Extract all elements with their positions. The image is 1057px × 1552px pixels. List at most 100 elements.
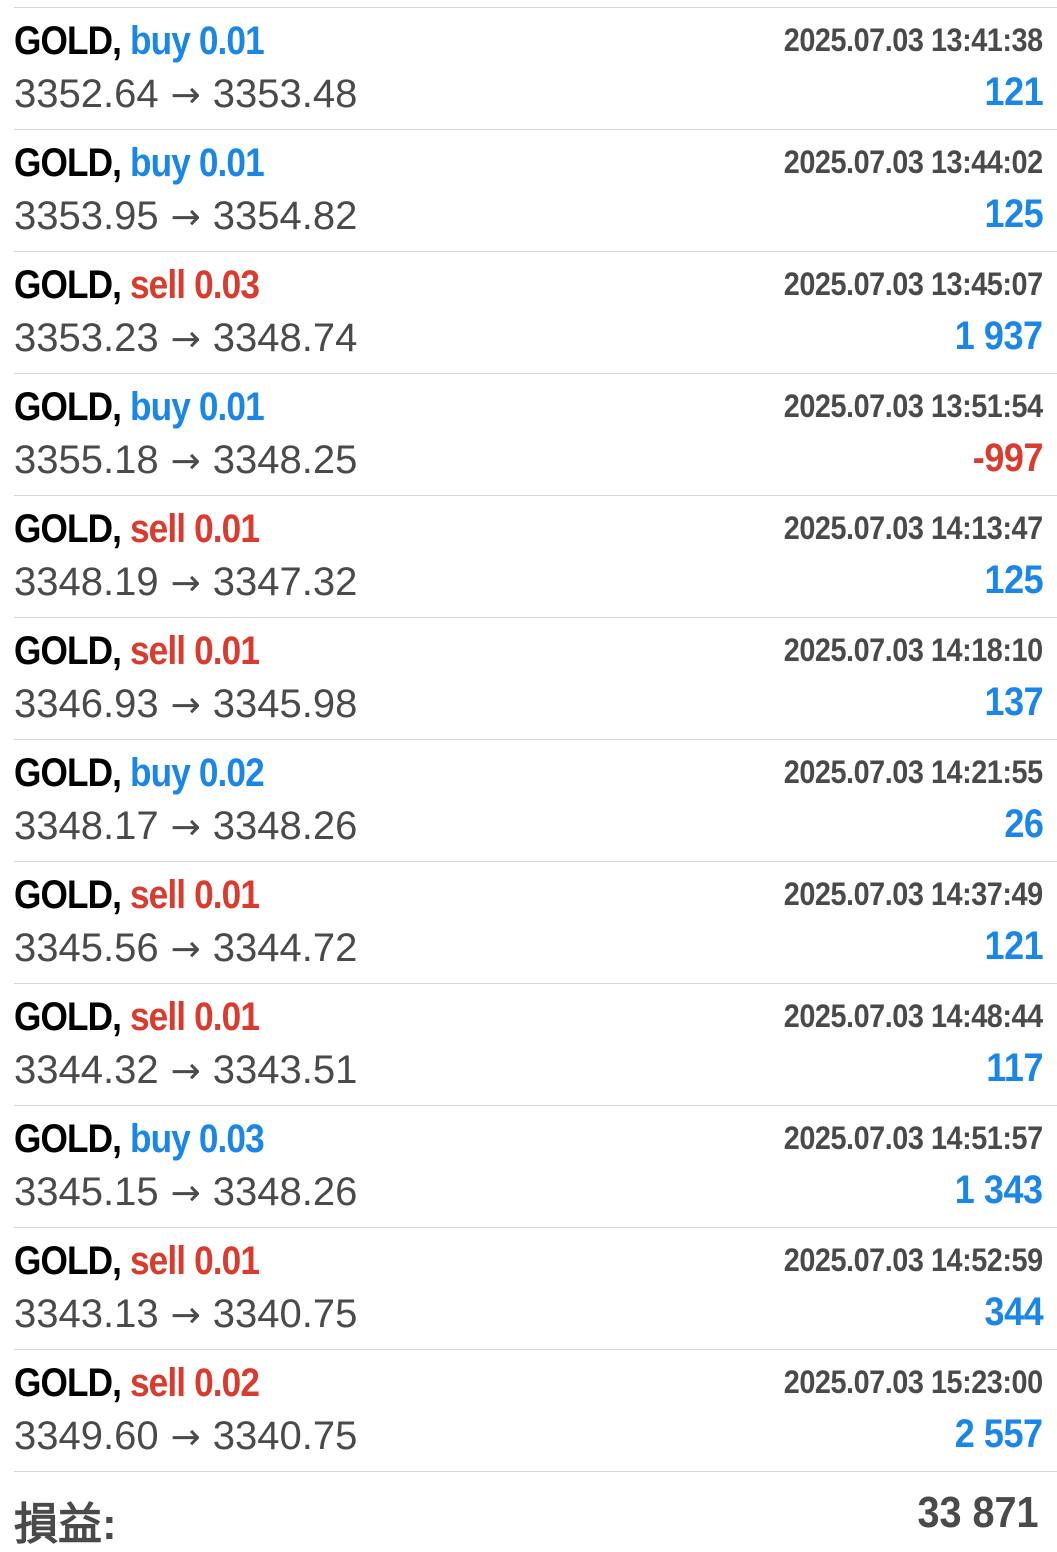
trade-time: 2025.07.03 14:18:10 [784, 632, 1043, 668]
trade-direction: sell 0.01 [129, 1238, 260, 1283]
summary-total-profit: 33 871 [917, 1488, 1039, 1537]
trade-prices: 3345.56 → 3344.72 [14, 926, 357, 971]
arrow-right-icon: → [170, 75, 201, 116]
trade-time: 2025.07.03 15:23:00 [784, 1364, 1043, 1400]
open-price: 3346.93 [14, 682, 159, 726]
open-price: 3352.64 [14, 72, 159, 116]
close-price: 3348.74 [212, 316, 358, 360]
trade-symbol: GOLD, [14, 628, 122, 673]
trade-title: GOLD, buy 0.01 [14, 384, 265, 430]
arrow-right-icon: → [170, 563, 201, 604]
trade-row[interactable]: GOLD, sell 0.01 2025.07.03 14:37:49 3345… [14, 862, 1057, 984]
open-price: 3343.13 [14, 1292, 159, 1336]
arrow-right-icon: → [170, 1417, 201, 1458]
trade-row[interactable]: GOLD, buy 0.03 2025.07.03 14:51:57 3345.… [14, 1106, 1057, 1228]
trade-direction: sell 0.01 [129, 506, 260, 551]
trade-row[interactable]: GOLD, buy 0.01 2025.07.03 13:44:02 3353.… [14, 130, 1057, 252]
trade-profit: 125 [984, 558, 1043, 602]
trade-title: GOLD, buy 0.01 [14, 140, 265, 186]
trade-direction: sell 0.01 [129, 994, 260, 1039]
arrow-right-icon: → [170, 1051, 201, 1092]
close-price: 3354.82 [212, 194, 358, 238]
trade-prices: 3353.23 → 3348.74 [14, 316, 357, 361]
close-price: 3353.48 [212, 72, 358, 116]
trade-title: GOLD, buy 0.03 [14, 1116, 265, 1162]
trade-time: 2025.07.03 14:13:47 [784, 510, 1043, 546]
arrow-right-icon: → [170, 1295, 201, 1336]
trade-row[interactable]: GOLD, buy 0.01 2025.07.03 13:51:54 3355.… [14, 374, 1057, 496]
trade-prices: 3346.93 → 3345.98 [14, 682, 357, 727]
trade-title: GOLD, sell 0.01 [14, 1238, 260, 1284]
trade-profit: 121 [984, 924, 1043, 968]
open-price: 3344.32 [14, 1048, 159, 1092]
close-price: 3343.51 [212, 1048, 358, 1092]
trade-time: 2025.07.03 14:52:59 [784, 1242, 1043, 1278]
trade-profit: 125 [984, 192, 1043, 236]
trade-profit: 121 [984, 70, 1043, 114]
trade-prices: 3348.19 → 3347.32 [14, 560, 357, 605]
trade-row[interactable]: GOLD, sell 0.02 2025.07.03 15:23:00 3349… [14, 1350, 1057, 1472]
trade-direction: buy 0.01 [129, 18, 265, 63]
close-price: 3345.98 [212, 682, 358, 726]
open-price: 3345.56 [14, 926, 159, 970]
open-price: 3353.23 [14, 316, 159, 360]
arrow-right-icon: → [170, 441, 201, 482]
trade-symbol: GOLD, [14, 18, 122, 63]
trade-direction: sell 0.03 [129, 262, 260, 307]
trade-time: 2025.07.03 13:45:07 [784, 266, 1043, 302]
trade-title: GOLD, sell 0.01 [14, 994, 260, 1040]
trade-title: GOLD, buy 0.02 [14, 750, 265, 796]
arrow-right-icon: → [170, 319, 201, 360]
summary-label: 損益: [14, 1500, 117, 1549]
trade-row[interactable]: GOLD, buy 0.02 2025.07.03 14:21:55 3348.… [14, 740, 1057, 862]
close-price: 3348.26 [212, 1170, 358, 1214]
trade-title: GOLD, buy 0.01 [14, 18, 265, 64]
trade-row[interactable]: GOLD, sell 0.01 2025.07.03 14:48:44 3344… [14, 984, 1057, 1106]
trade-direction: buy 0.01 [129, 384, 265, 429]
arrow-right-icon: → [170, 685, 201, 726]
trade-row[interactable]: GOLD, sell 0.01 2025.07.03 14:52:59 3343… [14, 1228, 1057, 1350]
trade-profit: -997 [972, 436, 1044, 480]
trade-profit: 137 [984, 680, 1043, 724]
trade-time: 2025.07.03 13:41:38 [784, 22, 1043, 58]
open-price: 3353.95 [14, 194, 159, 238]
trade-direction: buy 0.01 [129, 140, 265, 185]
trade-prices: 3348.17 → 3348.26 [14, 804, 357, 849]
trade-prices: 3355.18 → 3348.25 [14, 438, 357, 483]
trade-time: 2025.07.03 14:37:49 [784, 876, 1043, 912]
trade-title: GOLD, sell 0.01 [14, 628, 260, 674]
trade-direction: buy 0.03 [129, 1116, 265, 1161]
close-price: 3347.32 [212, 560, 358, 604]
close-price: 3348.25 [212, 438, 358, 482]
profit-summary: 損益: 33 871 [14, 1482, 1043, 1549]
trade-symbol: GOLD, [14, 1238, 122, 1283]
trade-row[interactable]: GOLD, sell 0.01 2025.07.03 14:13:47 3348… [14, 496, 1057, 618]
close-price: 3340.75 [212, 1414, 358, 1458]
trade-direction: sell 0.01 [129, 628, 260, 673]
trade-symbol: GOLD, [14, 140, 122, 185]
trade-prices: 3349.60 → 3340.75 [14, 1414, 357, 1459]
trade-symbol: GOLD, [14, 872, 122, 917]
trade-history-list: GOLD, buy 0.01 2025.07.03 13:41:38 3352.… [0, 8, 1057, 1472]
open-price: 3348.17 [14, 804, 159, 848]
trade-prices: 3353.95 → 3354.82 [14, 194, 357, 239]
trade-symbol: GOLD, [14, 994, 122, 1039]
arrow-right-icon: → [170, 929, 201, 970]
trade-profit: 2 557 [955, 1412, 1043, 1456]
trade-prices: 3345.15 → 3348.26 [14, 1170, 357, 1215]
open-price: 3345.15 [14, 1170, 159, 1214]
trade-title: GOLD, sell 0.02 [14, 1360, 260, 1406]
trade-time: 2025.07.03 14:51:57 [784, 1120, 1043, 1156]
trade-symbol: GOLD, [14, 1116, 122, 1161]
trade-profit: 344 [984, 1290, 1043, 1334]
trade-row[interactable]: GOLD, sell 0.01 2025.07.03 14:18:10 3346… [14, 618, 1057, 740]
trade-time: 2025.07.03 14:21:55 [784, 754, 1043, 790]
trade-row[interactable]: GOLD, sell 0.03 2025.07.03 13:45:07 3353… [14, 252, 1057, 374]
close-price: 3340.75 [212, 1292, 358, 1336]
trade-symbol: GOLD, [14, 384, 122, 429]
arrow-right-icon: → [170, 197, 201, 238]
trade-row[interactable]: GOLD, buy 0.01 2025.07.03 13:41:38 3352.… [14, 8, 1057, 130]
trade-direction: buy 0.02 [129, 750, 265, 795]
open-price: 3348.19 [14, 560, 159, 604]
trade-title: GOLD, sell 0.01 [14, 506, 260, 552]
